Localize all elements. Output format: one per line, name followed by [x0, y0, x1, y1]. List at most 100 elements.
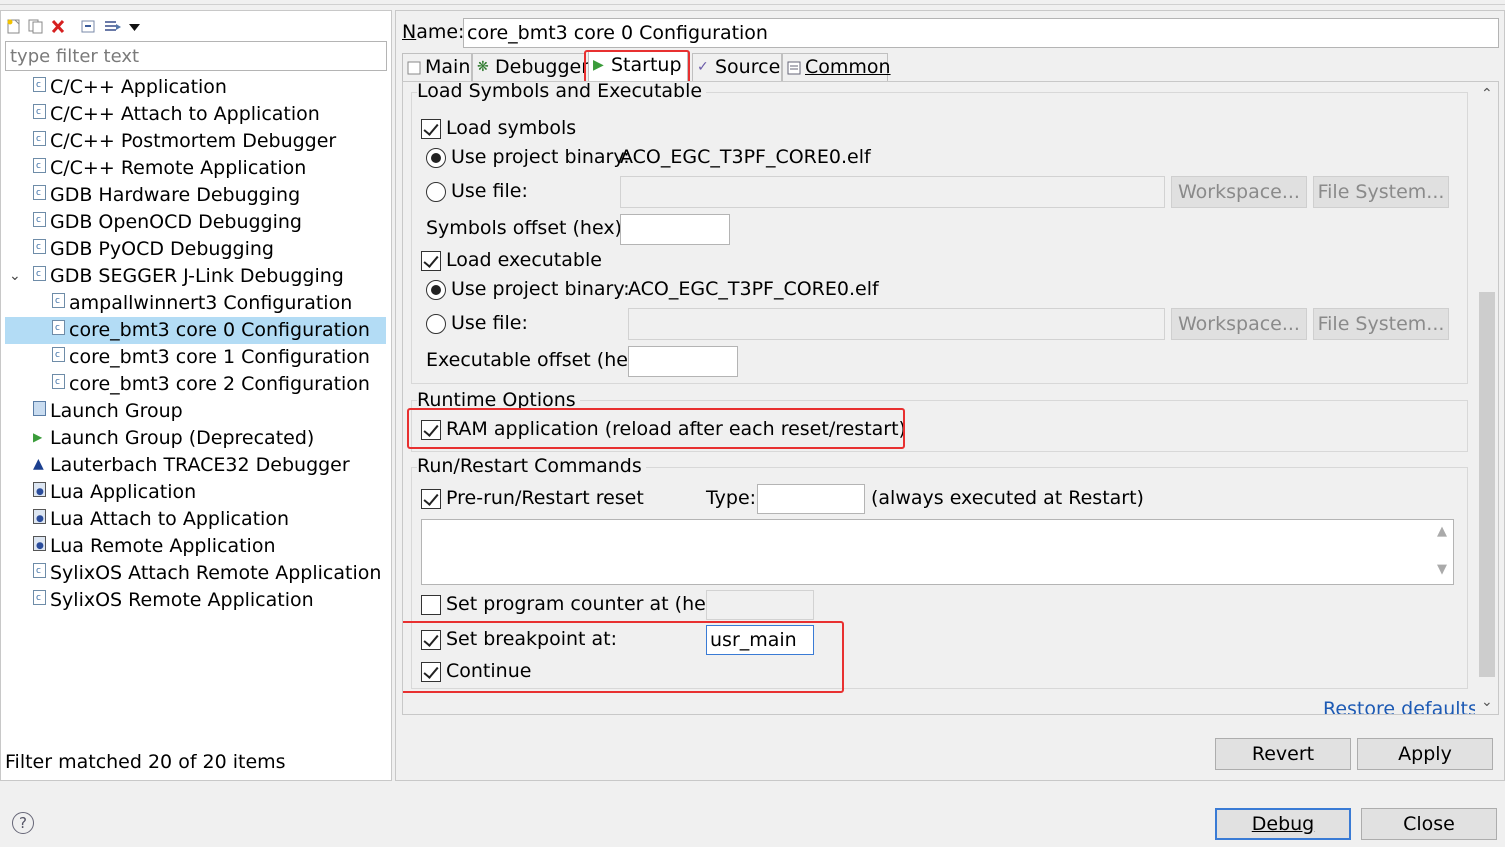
- set-pc-checkbox[interactable]: [421, 595, 441, 615]
- scroll-thumb[interactable]: [1479, 292, 1495, 677]
- exec-file-input[interactable]: [628, 308, 1165, 340]
- tree-item-ampallwinnert3-configuration[interactable]: ampallwinnert3 Configuration: [5, 288, 386, 317]
- exec-use-project-binary-label: Use project binary:: [451, 278, 630, 300]
- close-button[interactable]: Close: [1361, 808, 1497, 840]
- load-symbols-checkbox[interactable]: [421, 119, 441, 139]
- tab-debugger[interactable]: ❋ Debugger: [472, 53, 590, 82]
- close-label: Close: [1403, 813, 1455, 835]
- collapse-all-icon[interactable]: [81, 17, 95, 33]
- init-commands-textarea[interactable]: ▲ ▼: [421, 519, 1454, 585]
- chevron-down-icon[interactable]: ⌄: [9, 263, 21, 290]
- scroll-down-icon[interactable]: ⌄: [1481, 694, 1493, 710]
- tree-item-label: C/C++ Attach to Application: [50, 103, 320, 125]
- tree-item-core-bmt3-core-2-configuration[interactable]: core_bmt3 core 2 Configuration: [5, 369, 386, 398]
- duplicate-config-icon[interactable]: [28, 17, 43, 34]
- debug-button[interactable]: Debug: [1215, 808, 1351, 840]
- config-name-input[interactable]: [463, 18, 1499, 48]
- scroll-up-icon[interactable]: ⌃: [1481, 86, 1493, 102]
- tree-item-lua-attach-to-application[interactable]: Lua Attach to Application: [5, 506, 386, 533]
- prerun-reset-label: Pre-run/Restart reset: [446, 487, 644, 509]
- tree-item-label: GDB PyOCD Debugging: [50, 238, 274, 260]
- c-file-icon: [33, 207, 46, 234]
- launch-group-icon: [33, 401, 46, 416]
- top-border: [0, 4, 1505, 5]
- highlight-startup-tab: [584, 50, 690, 84]
- tree-item-label: C/C++ Remote Application: [50, 157, 307, 179]
- exec-use-file-label: Use file:: [451, 312, 528, 334]
- reset-type-input[interactable]: [757, 484, 865, 514]
- load-group-title: Load Symbols and Executable: [417, 82, 707, 102]
- tree-item-lauterbach-trace32-debugger[interactable]: Lauterbach TRACE32 Debugger: [5, 451, 386, 479]
- c-file-icon: [33, 261, 46, 288]
- c-file-icon: [52, 342, 65, 369]
- exec-workspace-button[interactable]: Workspace...: [1171, 308, 1307, 340]
- config-editor-panel: Name: Main ❋ Debugger ▶ Startup ✓ Source…: [395, 10, 1505, 781]
- vertical-scrollbar[interactable]: ⌃ ⌄: [1475, 82, 1498, 714]
- tree-item-c-c-application[interactable]: C/C++ Application: [5, 72, 386, 101]
- load-executable-checkbox[interactable]: [421, 251, 441, 271]
- tree-item-label: C/C++ Application: [50, 76, 227, 98]
- tree-item-sylixos-attach-remote-application[interactable]: SylixOS Attach Remote Application: [5, 558, 386, 587]
- highlight-ram-application: [407, 408, 905, 449]
- symbols-use-project-binary-radio[interactable]: [426, 148, 446, 168]
- apply-button[interactable]: Apply: [1357, 738, 1493, 770]
- symbols-file-input[interactable]: [620, 176, 1165, 208]
- symbols-binary-name: ACO_EGC_T3PF_CORE0.elf: [620, 146, 871, 168]
- tree-item-gdb-hardware-debugging[interactable]: GDB Hardware Debugging: [5, 180, 386, 209]
- tab-debugger-label: Debugger: [495, 56, 590, 78]
- filter-input[interactable]: [5, 41, 387, 71]
- prerun-reset-checkbox[interactable]: [421, 489, 441, 509]
- tab-common[interactable]: Common: [782, 53, 891, 82]
- tab-main[interactable]: Main: [402, 53, 472, 82]
- lua-icon: [33, 479, 46, 506]
- tree-item-c-c-postmortem-debugger[interactable]: C/C++ Postmortem Debugger: [5, 126, 386, 155]
- tree-item-label: core_bmt3 core 2 Configuration: [69, 373, 370, 395]
- lua-icon: [33, 533, 46, 560]
- c-file-icon: [33, 126, 46, 153]
- filter-configs-icon[interactable]: [104, 17, 121, 32]
- view-menu-icon[interactable]: [128, 16, 142, 31]
- tree-item-launch-group[interactable]: Launch Group: [5, 398, 386, 425]
- tree-item-c-c-attach-to-application[interactable]: C/C++ Attach to Application: [5, 99, 386, 128]
- exec-use-file-radio[interactable]: [426, 314, 446, 334]
- tab-source-label: Source: [715, 56, 781, 78]
- tree-item-lua-remote-application[interactable]: Lua Remote Application: [5, 533, 386, 560]
- exec-use-project-binary-radio[interactable]: [426, 280, 446, 300]
- tab-common-label: Common: [805, 56, 891, 78]
- debug-label: Debug: [1251, 813, 1315, 835]
- tree-item-launch-group-deprecated[interactable]: Launch Group (Deprecated): [5, 424, 386, 452]
- new-config-icon[interactable]: [7, 17, 21, 34]
- highlight-breakpoint-section: [403, 621, 844, 693]
- tab-source[interactable]: ✓ Source: [692, 53, 782, 82]
- textarea-scroll-up-icon[interactable]: ▲: [1437, 524, 1447, 539]
- filter-status: Filter matched 20 of 20 items: [5, 751, 286, 773]
- set-pc-input[interactable]: [706, 590, 814, 620]
- tree-item-core-bmt3-core-0-configuration[interactable]: core_bmt3 core 0 Configuration: [5, 315, 386, 344]
- exec-offset-input[interactable]: [628, 346, 738, 377]
- symbols-use-file-label: Use file:: [451, 180, 528, 202]
- tree-item-gdb-segger-j-link-debugging[interactable]: GDB SEGGER J-Link Debugging ⌄: [5, 261, 386, 290]
- delete-config-icon[interactable]: [51, 17, 65, 34]
- c-file-icon: [33, 72, 46, 99]
- tree-item-gdb-pyocd-debugging[interactable]: GDB PyOCD Debugging: [5, 234, 386, 263]
- tree-item-label: GDB SEGGER J-Link Debugging: [50, 265, 344, 287]
- revert-button[interactable]: Revert: [1215, 738, 1351, 770]
- symbols-filesystem-button[interactable]: File System...: [1313, 176, 1449, 208]
- c-file-icon: [33, 99, 46, 126]
- exec-filesystem-button[interactable]: File System...: [1313, 308, 1449, 340]
- tree-item-label: core_bmt3 core 0 Configuration: [69, 319, 370, 341]
- tree-item-core-bmt3-core-1-configuration[interactable]: core_bmt3 core 1 Configuration: [5, 342, 386, 371]
- tree-item-label: ampallwinnert3 Configuration: [69, 292, 353, 314]
- tree-item-gdb-openocd-debugging[interactable]: GDB OpenOCD Debugging: [5, 207, 386, 236]
- symbols-workspace-button[interactable]: Workspace...: [1171, 176, 1307, 208]
- tree-item-c-c-remote-application[interactable]: C/C++ Remote Application: [5, 153, 386, 182]
- revert-label: Revert: [1251, 743, 1315, 765]
- textarea-scroll-down-icon[interactable]: ▼: [1437, 562, 1447, 577]
- restore-defaults-link[interactable]: Restore defaults: [1323, 698, 1478, 714]
- help-icon[interactable]: ?: [12, 812, 34, 834]
- startup-tab-content: Load Symbols and Executable Load symbols…: [402, 81, 1499, 715]
- symbols-offset-input[interactable]: [620, 214, 730, 245]
- tree-item-sylixos-remote-application[interactable]: SylixOS Remote Application: [5, 585, 386, 614]
- symbols-use-file-radio[interactable]: [426, 182, 446, 202]
- tree-item-lua-application[interactable]: Lua Application: [5, 479, 386, 506]
